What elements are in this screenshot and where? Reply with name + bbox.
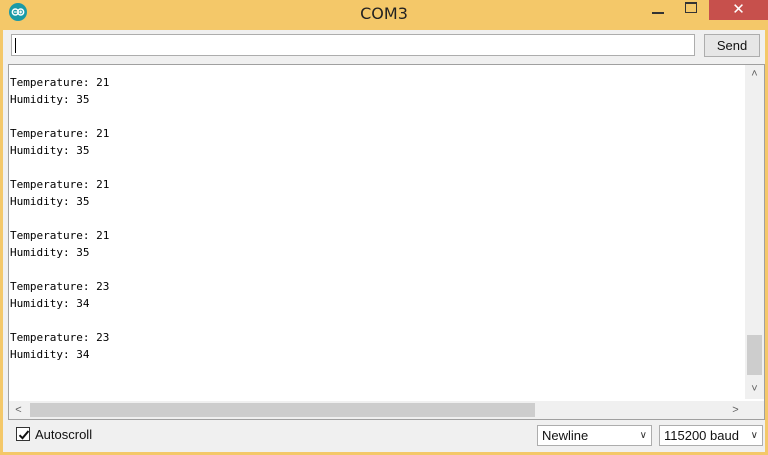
vertical-scroll-thumb[interactable] [747, 335, 762, 375]
output-log: Temperature: 21 Humidity: 35 Temperature: … [10, 74, 745, 380]
text-caret [15, 38, 16, 53]
title-bar: COM3 ✕ [0, 0, 768, 30]
close-button[interactable]: ✕ [709, 0, 768, 20]
minimize-button[interactable] [640, 0, 674, 20]
serial-monitor: Send Temperature: 21 Humidity: 35 Temperat… [3, 30, 765, 452]
scroll-down-icon[interactable]: ˅ [745, 380, 764, 399]
chevron-down-icon: ∨ [639, 430, 647, 441]
temperature-line: Temperature: 21 [10, 229, 110, 242]
send-input[interactable] [11, 34, 695, 56]
log-entry: Temperature: 21 Humidity: 35 [10, 227, 745, 261]
send-bar: Send [3, 30, 765, 64]
line-ending-value: Newline [542, 428, 589, 443]
temperature-line: Temperature: 21 [10, 127, 110, 140]
scrollbar-corner [745, 401, 764, 419]
log-entry: Temperature: 21 Humidity: 35 [10, 125, 745, 159]
chevron-down-icon: ∨ [750, 430, 758, 441]
humidity-line: Humidity: 35 [10, 246, 90, 259]
log-entry: Temperature: 23 Humidity: 34 [10, 329, 745, 363]
horizontal-scroll-thumb[interactable] [30, 403, 535, 417]
humidity-line: Humidity: 34 [10, 348, 90, 361]
autoscroll-label: Autoscroll [35, 427, 93, 442]
humidity-line: Humidity: 35 [10, 195, 90, 208]
temperature-line: Temperature: 23 [10, 280, 110, 293]
line-ending-select[interactable]: Newline ∨ [537, 425, 652, 446]
send-button[interactable]: Send [704, 34, 760, 57]
horizontal-scrollbar[interactable]: < > [9, 401, 745, 419]
log-entry: Temperature: 23 Humidity: 34 [10, 278, 745, 312]
temperature-line: Temperature: 21 [10, 178, 110, 191]
scroll-left-icon[interactable]: < [9, 401, 28, 419]
serial-output[interactable]: Temperature: 21 Humidity: 35 Temperature: … [8, 64, 765, 420]
log-entry: Temperature: 21 Humidity: 35 [10, 74, 745, 108]
scroll-right-icon[interactable]: > [726, 401, 745, 419]
vertical-scrollbar[interactable]: ˄ ˅ [745, 65, 764, 399]
temperature-line: Temperature: 23 [10, 331, 110, 344]
checkmark-icon [18, 430, 30, 440]
humidity-line: Humidity: 35 [10, 144, 90, 157]
close-icon: ✕ [732, 1, 745, 18]
humidity-line: Humidity: 35 [10, 93, 90, 106]
status-bar: Autoscroll Newline ∨ 115200 baud ∨ [3, 420, 765, 452]
baud-rate-value: 115200 baud [664, 428, 739, 443]
humidity-line: Humidity: 34 [10, 297, 90, 310]
maximize-button[interactable] [674, 0, 708, 20]
log-entry: Temperature: 21 Humidity: 35 [10, 176, 745, 210]
autoscroll-checkbox[interactable] [16, 427, 30, 441]
temperature-line: Temperature: 21 [10, 76, 110, 89]
baud-rate-select[interactable]: 115200 baud ∨ [659, 425, 763, 446]
scroll-up-icon[interactable]: ˄ [745, 65, 764, 84]
